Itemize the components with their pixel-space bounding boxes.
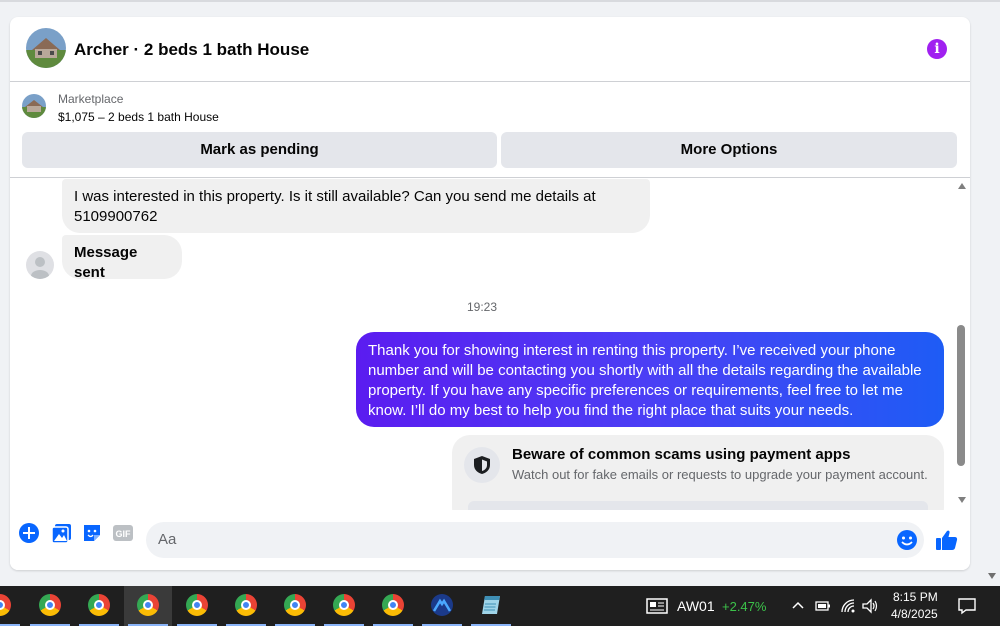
taskbar-chrome-app[interactable] <box>75 586 123 626</box>
stock-change[interactable]: +2.47% <box>722 599 766 614</box>
listing-thumbnail[interactable] <box>22 94 46 118</box>
clock-time[interactable]: 8:15 PM <box>893 590 938 604</box>
window-top-border <box>0 0 1000 2</box>
more-options-button[interactable]: More Options <box>501 132 957 168</box>
chrome-icon <box>382 594 404 616</box>
sender-avatar[interactable] <box>26 251 54 279</box>
chrome-icon <box>137 594 159 616</box>
plus-icon[interactable] <box>18 522 40 544</box>
scam-learn-more-button[interactable] <box>468 501 928 510</box>
chat-header: Archer · 2 beds 1 bath House i <box>10 17 970 82</box>
taskbar-chrome-app[interactable] <box>320 586 368 626</box>
mountain-vpn-icon <box>431 594 453 616</box>
volume-icon[interactable] <box>861 598 879 614</box>
notification-center-icon[interactable] <box>957 597 977 615</box>
marketplace-label: Marketplace <box>58 92 124 106</box>
message-composer: GIF Aa <box>10 510 970 570</box>
outgoing-message[interactable]: Thank you for showing interest in rentin… <box>356 332 944 427</box>
mark-as-pending-button[interactable]: Mark as pending <box>22 132 497 168</box>
stock-symbol[interactable]: AW01 <box>677 598 715 614</box>
message-thread: I was interested in this property. Is it… <box>10 179 970 510</box>
conversation-title[interactable]: Archer · 2 beds 1 bath House <box>74 40 309 60</box>
page-scroll-down-arrow-icon[interactable] <box>988 573 996 579</box>
chrome-icon <box>235 594 257 616</box>
scroll-up-arrow-icon[interactable] <box>958 183 966 189</box>
chrome-icon <box>39 594 61 616</box>
thumbs-up-icon[interactable] <box>935 528 959 552</box>
incoming-message[interactable]: I was interested in this property. Is it… <box>62 179 650 233</box>
info-icon[interactable]: i <box>927 39 947 59</box>
taskbar-chrome-app[interactable] <box>222 586 270 626</box>
battery-icon[interactable] <box>815 600 831 612</box>
taskbar-chrome-app[interactable] <box>271 586 319 626</box>
message-input[interactable]: Aa <box>146 522 924 558</box>
taskbar-vpn-app[interactable] <box>418 586 466 626</box>
listing-price[interactable]: $1,075 – 2 beds 1 bath House <box>58 110 219 124</box>
chrome-icon <box>284 594 306 616</box>
taskbar-chrome-app[interactable] <box>369 586 417 626</box>
scrollbar-thumb[interactable] <box>957 325 965 466</box>
photo-icon[interactable] <box>51 522 73 544</box>
chat-window: Archer · 2 beds 1 bath House i Marketpla… <box>10 17 970 570</box>
clock-date[interactable]: 4/8/2025 <box>891 607 938 621</box>
taskbar-notepad-app[interactable] <box>467 586 515 626</box>
incoming-message[interactable]: Message sent <box>62 235 182 281</box>
taskbar-chrome-app[interactable] <box>173 586 221 626</box>
svg-text:GIF: GIF <box>116 529 132 539</box>
chrome-icon <box>0 594 11 616</box>
scam-warning-title: Beware of common scams using payment app… <box>512 446 851 463</box>
news-widget-icon[interactable] <box>646 597 668 615</box>
message-scrollbar[interactable] <box>954 179 970 510</box>
wifi-icon[interactable] <box>840 598 856 614</box>
taskbar-chrome-app[interactable] <box>0 586 24 626</box>
scam-warning-card: Beware of common scams using payment app… <box>452 435 944 510</box>
gif-icon[interactable]: GIF <box>112 522 134 544</box>
chrome-icon <box>186 594 208 616</box>
scam-warning-subtitle: Watch out for fake emails or requests to… <box>512 467 928 482</box>
shield-icon <box>464 447 500 483</box>
scroll-down-arrow-icon[interactable] <box>958 497 966 503</box>
message-timestamp: 19:23 <box>466 300 498 314</box>
chrome-icon <box>88 594 110 616</box>
emoji-icon[interactable] <box>896 529 918 551</box>
taskbar-chrome-app-active[interactable] <box>124 586 172 626</box>
sticker-icon[interactable] <box>81 522 103 544</box>
listing-summary: Marketplace $1,075 – 2 beds 1 bath House… <box>10 82 970 178</box>
listing-avatar[interactable] <box>26 28 66 68</box>
windows-taskbar: AW01 +2.47% 8:15 PM 4/8/2025 <box>0 586 1000 626</box>
chrome-icon <box>333 594 355 616</box>
chevron-up-icon[interactable] <box>791 600 805 610</box>
taskbar-chrome-app[interactable] <box>26 586 74 626</box>
notepad-icon <box>482 596 500 614</box>
